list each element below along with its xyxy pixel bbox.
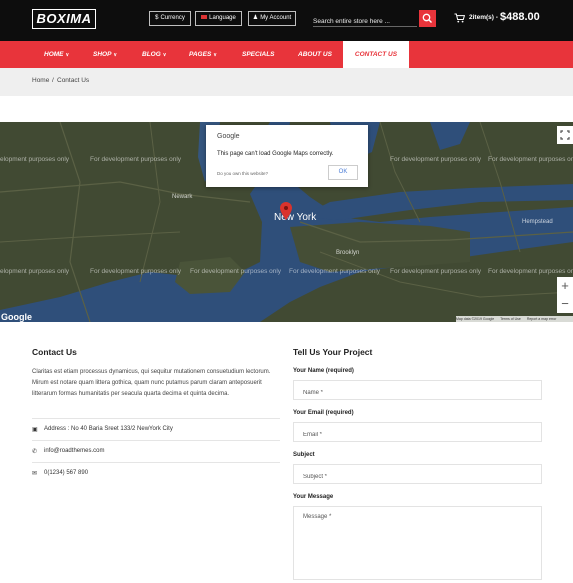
map-footer: Map data ©2019 Google Terms of Use Report … — [456, 316, 573, 322]
cart-total[interactable]: $488.00 — [500, 11, 540, 23]
nav-item-home[interactable]: HOME ∨ — [44, 41, 69, 68]
map-marker-icon[interactable] — [280, 202, 292, 220]
phone-icon: ✆ — [32, 449, 38, 455]
search-box — [313, 10, 417, 29]
chevron-down-icon: ∨ — [113, 52, 118, 58]
currency-button[interactable]: $ Currency — [149, 11, 191, 26]
map-data-attribution: Map data ©2019 Google — [456, 317, 495, 321]
address-row: ▣ Address : No 40 Baria Sreet 133/2 NewY… — [32, 418, 280, 440]
contact-description: Claritas est etiam processus dynamicus, … — [32, 369, 271, 397]
cart-icon[interactable] — [454, 13, 465, 23]
name-label: Your Name (required) — [293, 368, 354, 374]
building-icon: ▣ — [32, 427, 38, 433]
breadcrumb-current: Contact Us — [57, 77, 90, 84]
top-header: BOXIMA $Currency Language ♟My Account 2i… — [0, 0, 573, 41]
chevron-down-icon: ∨ — [213, 52, 217, 58]
search-icon — [422, 13, 432, 23]
report-map-error-link[interactable]: Report a map error — [527, 317, 557, 321]
search-input[interactable] — [313, 14, 417, 29]
map-error-dialog: Google This page can't load Google Maps … — [206, 125, 368, 187]
dialog-own-website-link[interactable]: Do you own this website? — [217, 171, 268, 176]
map-watermark: For development purposes only — [488, 156, 573, 163]
dialog-message: This page can't load Google Maps correct… — [217, 151, 334, 157]
envelope-icon: ✉ — [32, 471, 38, 477]
nav-item-blog[interactable]: BLOG ∨ — [142, 41, 166, 68]
name-field[interactable] — [294, 384, 541, 402]
message-label: Your Message — [293, 494, 334, 500]
email-label: Your Email (required) — [293, 410, 354, 416]
name-field-wrapper — [293, 380, 542, 402]
map-label-newark: Newark — [172, 194, 193, 200]
search-button[interactable] — [419, 10, 436, 27]
map-label-brooklyn: Brooklyn — [336, 250, 360, 256]
map-watermark: For development purposes only — [90, 268, 182, 275]
fullscreen-button[interactable] — [557, 126, 573, 144]
breadcrumb: Home / Contact Us — [0, 68, 573, 96]
nav-item-contact-us[interactable]: CONTACT US — [343, 41, 409, 68]
email-text[interactable]: info@roadthemes.com — [44, 448, 104, 454]
message-field-wrapper — [293, 506, 542, 580]
message-field[interactable] — [294, 507, 541, 579]
map-watermark: For development purposes only — [190, 268, 282, 275]
email-field[interactable] — [294, 426, 541, 444]
map-label-hempstead: Hempstead — [522, 219, 553, 225]
map-watermark: For development purposes only — [390, 268, 482, 275]
nav-item-shop[interactable]: SHOP ∨ — [93, 41, 117, 68]
subject-label: Subject — [293, 452, 315, 458]
dialog-ok-button[interactable]: OK — [328, 165, 358, 180]
map-watermark: For development purposes only — [488, 268, 573, 275]
subject-field-wrapper — [293, 464, 542, 486]
zoom-out-button[interactable]: − — [557, 295, 573, 313]
flag-icon — [201, 15, 208, 20]
phone-text: 0(1234) 567 890 — [44, 470, 89, 476]
chevron-down-icon: ∨ — [162, 52, 167, 58]
map-watermark: elopment purposes only — [0, 156, 70, 163]
account-label: My Account — [260, 15, 292, 21]
currency-label: Currency — [160, 15, 185, 21]
google-logo[interactable]: Google — [1, 312, 32, 322]
nav-item-specials[interactable]: SPECIALS — [242, 41, 275, 68]
breadcrumb-home[interactable]: Home — [32, 77, 49, 84]
map-watermark: For development purposes only — [289, 268, 381, 275]
cart-count[interactable]: 2item(s) - — [469, 14, 498, 21]
dollar-icon: $ — [155, 15, 159, 21]
my-account-button[interactable]: ♟ My Account — [248, 11, 296, 26]
map-watermark: For development purposes only — [90, 156, 182, 163]
zoom-in-button[interactable]: + — [557, 277, 573, 295]
breadcrumb-separator: / — [52, 77, 54, 84]
nav-item-pages[interactable]: PAGES ∨ — [189, 41, 217, 68]
chevron-down-icon: ∨ — [65, 52, 70, 58]
site-logo[interactable]: BOXIMA — [32, 9, 96, 29]
contact-title: Contact Us — [32, 347, 77, 357]
subject-field[interactable] — [294, 468, 541, 486]
nav-item-about-us[interactable]: ABOUT US — [298, 41, 332, 68]
language-button[interactable]: Language — [195, 11, 242, 26]
map-watermark: For development purposes only — [390, 156, 482, 163]
language-label: Language — [209, 15, 236, 21]
form-title: Tell Us Your Project — [293, 347, 373, 357]
address-text: Address : No 40 Baria Sreet 133/2 NewYor… — [44, 426, 173, 432]
user-icon: ♟ — [252, 15, 259, 21]
dialog-title: Google — [217, 133, 240, 140]
main-nav: HOME ∨ SHOP ∨ BLOG ∨ PAGES ∨ SPECIALS ABOUT … — [0, 41, 573, 68]
map-watermark: elopment purposes only — [0, 268, 70, 275]
terms-of-use-link[interactable]: Terms of Use — [500, 317, 521, 321]
fullscreen-icon — [560, 130, 570, 140]
email-field-wrapper — [293, 422, 542, 444]
phone-row: ✉ 0(1234) 567 890 — [32, 462, 280, 484]
email-row: ✆ info@roadthemes.com — [32, 440, 280, 462]
